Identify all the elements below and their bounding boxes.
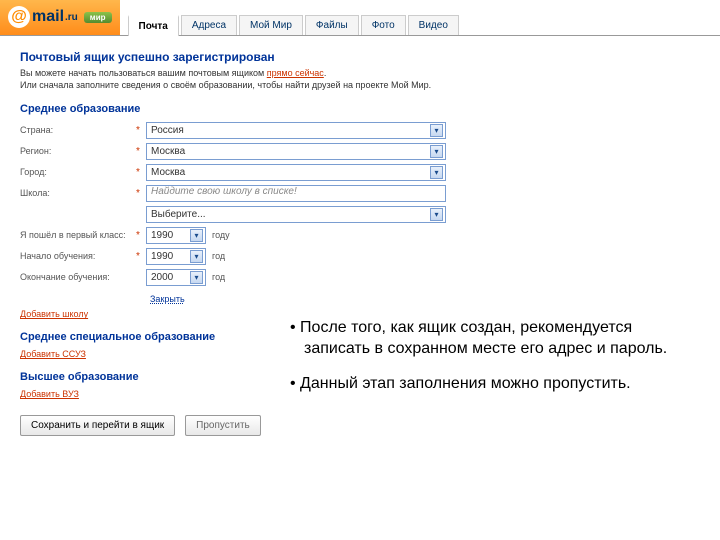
chevron-down-icon: ▾	[190, 250, 203, 263]
label-city: Город:	[20, 167, 136, 177]
required-icon: *	[136, 251, 146, 262]
tab-mymir[interactable]: Мой Мир	[239, 15, 303, 35]
add-vuz-link[interactable]: Добавить ВУЗ	[20, 389, 79, 399]
select-start-year[interactable]: 1990 ▾	[146, 248, 206, 265]
header: @ mail .ru мир Почта Адреса Мой Мир Файл…	[0, 0, 720, 36]
required-icon: *	[136, 167, 146, 178]
tab-video[interactable]: Видео	[408, 15, 459, 35]
logo-tld: .ru	[65, 12, 78, 23]
required-icon: *	[136, 230, 146, 241]
row-country: Страна: * Россия ▾	[20, 121, 700, 139]
add-suz-link[interactable]: Добавить ССУЗ	[20, 349, 86, 359]
select-value: 1990	[151, 251, 173, 262]
required-icon: *	[136, 146, 146, 157]
chevron-down-icon: ▾	[430, 208, 443, 221]
select-region[interactable]: Москва ▾	[146, 143, 446, 160]
row-first-class: Я пошёл в первый класс: * 1990 ▾ году	[20, 226, 700, 244]
sub2: Или сначала заполните сведения о своём о…	[20, 80, 431, 90]
select-value: Россия	[151, 125, 184, 136]
select-country[interactable]: Россия ▾	[146, 122, 446, 139]
hide-link[interactable]: Закрыть	[150, 294, 185, 304]
required-icon: *	[136, 125, 146, 136]
select-value: Выберите...	[151, 209, 206, 220]
label-start: Начало обучения:	[20, 251, 136, 261]
tab-addresses[interactable]: Адреса	[181, 15, 237, 35]
save-button[interactable]: Сохранить и перейти в ящик	[20, 415, 175, 436]
logo[interactable]: @ mail .ru мир	[0, 0, 120, 35]
overlay-p2: • Данный этап заполнения можно пропустит…	[282, 374, 702, 395]
select-end-year[interactable]: 2000 ▾	[146, 269, 206, 286]
row-city: Город: * Москва ▾	[20, 163, 700, 181]
select-school[interactable]: Выберите... ▾	[146, 206, 446, 223]
section-middle-edu: Среднее образование	[20, 103, 700, 115]
overlay-p1: • После того, как ящик создан, рекоменду…	[282, 318, 702, 360]
chevron-down-icon: ▾	[430, 145, 443, 158]
label-end: Окончание обучения:	[20, 272, 136, 282]
select-city[interactable]: Москва ▾	[146, 164, 446, 181]
chevron-down-icon: ▾	[190, 271, 203, 284]
year-suffix: году	[212, 230, 230, 240]
tab-mail[interactable]: Почта	[128, 15, 179, 36]
logo-at-icon: @	[8, 6, 30, 28]
subtext: Вы можете начать пользоваться вашим почт…	[20, 68, 700, 91]
label-country: Страна:	[20, 125, 136, 135]
school-hint: Найдите свою школу в списке!	[146, 185, 446, 202]
button-row: Сохранить и перейти в ящик Пропустить	[20, 415, 700, 436]
tab-files[interactable]: Файлы	[305, 15, 359, 35]
row-region: Регион: * Москва ▾	[20, 142, 700, 160]
chevron-down-icon: ▾	[430, 124, 443, 137]
skip-button[interactable]: Пропустить	[185, 415, 261, 436]
link-start-now[interactable]: прямо сейчас	[267, 68, 324, 78]
year-suffix: год	[212, 251, 225, 261]
label-first-class: Я пошёл в первый класс:	[20, 230, 136, 240]
page-title: Почтовый ящик успешно зарегистрирован	[20, 50, 700, 64]
row-start: Начало обучения: * 1990 ▾ год	[20, 247, 700, 265]
sub1: Вы можете начать пользоваться вашим почт…	[20, 68, 267, 78]
logo-text: mail	[32, 8, 64, 26]
select-value: Москва	[151, 146, 185, 157]
select-value: Москва	[151, 167, 185, 178]
chevron-down-icon: ▾	[430, 166, 443, 179]
required-icon: *	[136, 188, 146, 199]
row-school: Выберите... ▾	[20, 205, 700, 223]
label-region: Регион:	[20, 146, 136, 156]
chevron-down-icon: ▾	[190, 229, 203, 242]
nav-tabs: Почта Адреса Мой Мир Файлы Фото Видео	[128, 14, 461, 35]
overlay-note: • После того, как ящик создан, рекоменду…	[282, 318, 702, 408]
row-end: Окончание обучения: 2000 ▾ год	[20, 268, 700, 286]
year-suffix: год	[212, 272, 225, 282]
select-value: 2000	[151, 272, 173, 283]
add-school-link[interactable]: Добавить школу	[20, 309, 88, 319]
select-value: 1990	[151, 230, 173, 241]
tab-photo[interactable]: Фото	[361, 15, 406, 35]
mir-badge: мир	[84, 12, 112, 23]
label-school: Школа:	[20, 188, 136, 198]
sub1-end: .	[324, 68, 327, 78]
row-school-hint: Школа: * Найдите свою школу в списке!	[20, 184, 700, 202]
select-first-class-year[interactable]: 1990 ▾	[146, 227, 206, 244]
